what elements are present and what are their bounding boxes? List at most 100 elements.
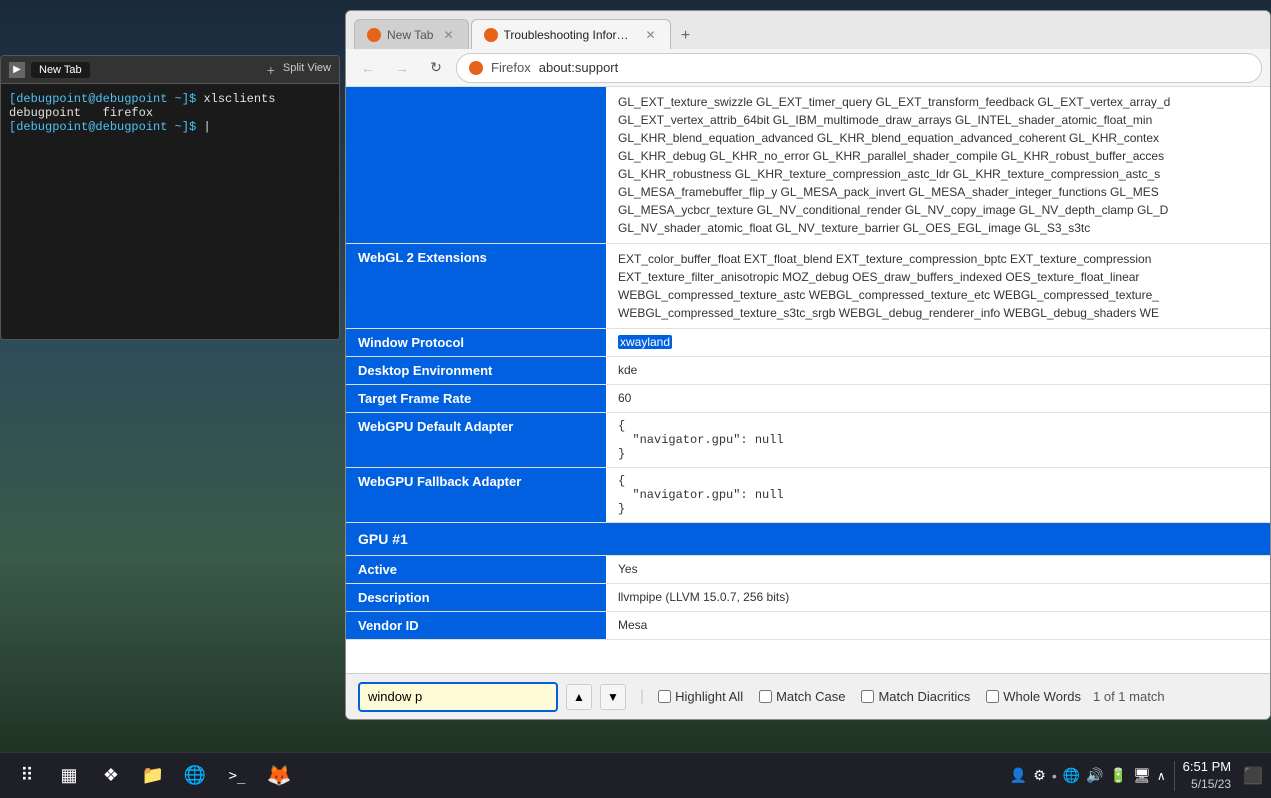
- user-icon[interactable]: 👤: [1010, 767, 1027, 784]
- key-cell-window-protocol: Window Protocol: [346, 329, 606, 357]
- val-cell-vendor-id: Mesa: [606, 612, 1270, 640]
- tab-favicon-1: [367, 28, 381, 42]
- val-cell-window-protocol: xwayland: [606, 329, 1270, 357]
- screen-icon[interactable]: 🖥: [1133, 767, 1151, 784]
- terminal-content: [debugpoint@debugpoint ~]$ xlsclients de…: [1, 84, 339, 339]
- table-row-desktop-env: Desktop Environment kde: [346, 357, 1270, 385]
- key-cell-active: Active: [346, 556, 606, 584]
- tab-bar: New Tab ✕ Troubleshooting Informat… ✕ +: [346, 11, 1270, 49]
- reload-button[interactable]: ↻: [422, 54, 450, 82]
- val-highlight-xwayland: xwayland: [618, 335, 672, 349]
- find-separator-1: |: [640, 688, 644, 706]
- clock-date: 5/15/23: [1183, 776, 1231, 793]
- tab-label-2: Troubleshooting Informat…: [504, 28, 636, 42]
- tab-close-1[interactable]: ✕: [441, 28, 455, 42]
- find-input[interactable]: [358, 682, 558, 712]
- find-option-match-case[interactable]: Match Case: [759, 689, 845, 704]
- display-icon[interactable]: ⬛: [1243, 766, 1263, 786]
- taskbar-app-launcher[interactable]: ❖: [92, 757, 130, 795]
- clock-time: 6:51 PM: [1183, 758, 1231, 776]
- find-option-match-diacritics[interactable]: Match Diacritics: [861, 689, 970, 704]
- val-cell-desktop-env: kde: [606, 357, 1270, 385]
- match-case-label: Match Case: [776, 689, 845, 704]
- val-cell-webgpu-default: { "navigator.gpu": null}: [606, 413, 1270, 468]
- app-launcher-icon: ❖: [103, 765, 119, 786]
- val-cell-webgpu-fallback: { "navigator.gpu": null}: [606, 468, 1270, 523]
- val-cell-gl-ext: GL_EXT_texture_swizzle GL_EXT_timer_quer…: [606, 87, 1270, 244]
- tab-close-2[interactable]: ✕: [643, 28, 657, 42]
- tab-favicon-2: [484, 28, 498, 42]
- table-row-webgpu-fallback: WebGPU Fallback Adapter { "navigator.gpu…: [346, 468, 1270, 523]
- find-next-button[interactable]: ▼: [600, 684, 626, 710]
- val-cell-frame-rate: 60: [606, 385, 1270, 413]
- taskbar-apps-grid[interactable]: ⠿: [8, 757, 46, 795]
- files-icon: 📁: [142, 765, 164, 786]
- table-row-frame-rate: Target Frame Rate 60: [346, 385, 1270, 413]
- find-prev-button[interactable]: ▲: [566, 684, 592, 710]
- tray-dot: •: [1052, 768, 1057, 784]
- forward-button[interactable]: →: [388, 54, 416, 82]
- back-button[interactable]: ←: [354, 54, 382, 82]
- key-cell-webgl2-ext: WebGL 2 Extensions: [346, 244, 606, 329]
- browser-content: GL_EXT_texture_swizzle GL_EXT_timer_quer…: [346, 87, 1270, 673]
- key-cell-webgpu-default: WebGPU Default Adapter: [346, 413, 606, 468]
- taskbar-tray: 👤 ⚙ • 🌐 🔊 🔋 🖥 ∧: [1010, 767, 1166, 784]
- terminal-line-2: debugpoint firefox: [9, 106, 331, 120]
- table-row-gpu-header: GPU #1: [346, 523, 1270, 556]
- taskbar-task-manager[interactable]: ▦: [50, 757, 88, 795]
- url-bar[interactable]: Firefox about:support: [456, 53, 1262, 83]
- url-favicon: [469, 61, 483, 75]
- terminal-tabs: New Tab: [31, 62, 261, 78]
- new-tab-button[interactable]: +: [673, 23, 699, 49]
- taskbar-firefox[interactable]: 🦊: [260, 757, 298, 795]
- tray-separator: [1174, 761, 1175, 791]
- apps-grid-icon: ⠿: [20, 765, 33, 786]
- table-row-vendor-id: Vendor ID Mesa: [346, 612, 1270, 640]
- terminal-line-3: [debugpoint@debugpoint ~]$ |: [9, 120, 331, 134]
- find-bar: ▲ ▼ | Highlight All Match Case Match Dia…: [346, 673, 1270, 719]
- whole-words-label: Whole Words: [1003, 689, 1081, 704]
- terminal-new-tab-btn[interactable]: +: [267, 62, 275, 78]
- taskbar-terminal[interactable]: >_: [218, 757, 256, 795]
- tab-label-1: New Tab: [387, 28, 433, 42]
- settings-icon[interactable]: ⚙: [1033, 767, 1046, 784]
- whole-words-checkbox[interactable]: [986, 690, 999, 703]
- table-row-webgpu-default: WebGPU Default Adapter { "navigator.gpu"…: [346, 413, 1270, 468]
- key-cell-gl-ext: [346, 87, 606, 244]
- key-cell-description: Description: [346, 584, 606, 612]
- taskbar-store[interactable]: 🌐: [176, 757, 214, 795]
- table-row-gl-extensions: GL_EXT_texture_swizzle GL_EXT_timer_quer…: [346, 87, 1270, 244]
- taskbar-files[interactable]: 📁: [134, 757, 172, 795]
- highlight-all-checkbox[interactable]: [658, 690, 671, 703]
- table-row-description: Description llvmpipe (LLVM 15.0.7, 256 b…: [346, 584, 1270, 612]
- terminal-tab-active[interactable]: New Tab: [31, 62, 90, 78]
- info-table: GL_EXT_texture_swizzle GL_EXT_timer_quer…: [346, 87, 1270, 640]
- terminal-taskbar-icon: >_: [229, 768, 246, 784]
- terminal-icon: ▶: [9, 62, 25, 78]
- terminal-line-1: [debugpoint@debugpoint ~]$ xlsclients: [9, 92, 331, 106]
- val-cell-active: Yes: [606, 556, 1270, 584]
- key-cell-frame-rate: Target Frame Rate: [346, 385, 606, 413]
- task-manager-icon: ▦: [60, 765, 77, 786]
- terminal-split-view-btn[interactable]: Split View: [283, 62, 331, 78]
- taskbar-clock: 6:51 PM 5/15/23: [1183, 758, 1235, 793]
- match-diacritics-label: Match Diacritics: [878, 689, 970, 704]
- firefox-icon: 🦊: [267, 763, 292, 788]
- match-diacritics-checkbox[interactable]: [861, 690, 874, 703]
- terminal-titlebar: ▶ New Tab + Split View: [1, 56, 339, 84]
- find-option-highlight-all[interactable]: Highlight All: [658, 689, 743, 704]
- battery-icon[interactable]: 🔋: [1110, 767, 1127, 784]
- find-option-whole-words[interactable]: Whole Words: [986, 689, 1081, 704]
- key-cell-vendor-id: Vendor ID: [346, 612, 606, 640]
- store-icon: 🌐: [184, 765, 206, 786]
- key-cell-webgpu-fallback: WebGPU Fallback Adapter: [346, 468, 606, 523]
- chevron-up-icon[interactable]: ∧: [1157, 769, 1166, 783]
- match-case-checkbox[interactable]: [759, 690, 772, 703]
- key-cell-gpu-header: GPU #1: [346, 523, 1270, 556]
- terminal-window: ▶ New Tab + Split View [debugpoint@debug…: [0, 55, 340, 340]
- table-row-active: Active Yes: [346, 556, 1270, 584]
- browser-tab-troubleshooting[interactable]: Troubleshooting Informat… ✕: [471, 19, 671, 49]
- network-icon[interactable]: 🌐: [1063, 767, 1080, 784]
- browser-tab-newtab[interactable]: New Tab ✕: [354, 19, 469, 49]
- speaker-icon[interactable]: 🔊: [1086, 767, 1103, 784]
